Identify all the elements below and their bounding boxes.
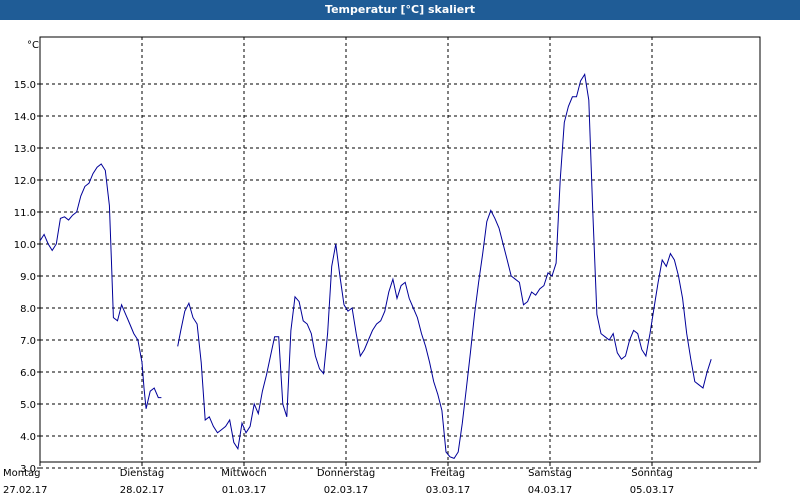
temperature-line-segment	[177, 73, 712, 460]
x-tick-date-label: 01.03.17	[222, 485, 267, 496]
y-tick-label: 10.0	[14, 240, 36, 251]
x-tick-day-label: Dienstag	[120, 468, 165, 479]
x-tick-date-label: 04.03.17	[528, 485, 573, 496]
y-tick-label: 13.0	[14, 144, 36, 155]
y-tick-label: 4.0	[20, 432, 36, 443]
x-tick-date-label: 05.03.17	[630, 485, 675, 496]
x-tick-date-label: 03.03.17	[426, 485, 471, 496]
y-tick-label: 6.0	[20, 368, 36, 379]
y-tick-label: 9.0	[20, 272, 36, 283]
y-tick-label: 7.0	[20, 336, 36, 347]
x-tick-day-label: Montag	[3, 468, 40, 479]
x-tick-date-label: 28.02.17	[120, 485, 165, 496]
x-tick-day-label: Sonntag	[631, 468, 673, 479]
x-tick-day-label: Freitag	[431, 468, 465, 479]
chart-title: Temperatur [°C] skaliert	[0, 0, 800, 20]
y-axis-unit-label: °C	[27, 40, 39, 51]
x-tick-day-label: Mittwoch	[221, 468, 266, 479]
x-tick-date-label: 27.02.17	[3, 485, 48, 496]
y-tick-label: 14.0	[14, 112, 36, 123]
x-tick-day-label: Donnerstag	[317, 468, 375, 479]
x-tick-date-label: 02.03.17	[324, 485, 369, 496]
y-tick-label: 8.0	[20, 304, 36, 315]
y-tick-label: 15.0	[14, 80, 36, 91]
temperature-chart: 3.04.05.06.07.08.09.010.011.012.013.014.…	[3, 36, 761, 496]
y-tick-label: 12.0	[14, 176, 36, 187]
y-tick-label: 11.0	[14, 208, 36, 219]
x-tick-day-label: Samstag	[528, 468, 572, 479]
y-tick-label: 5.0	[20, 400, 36, 411]
